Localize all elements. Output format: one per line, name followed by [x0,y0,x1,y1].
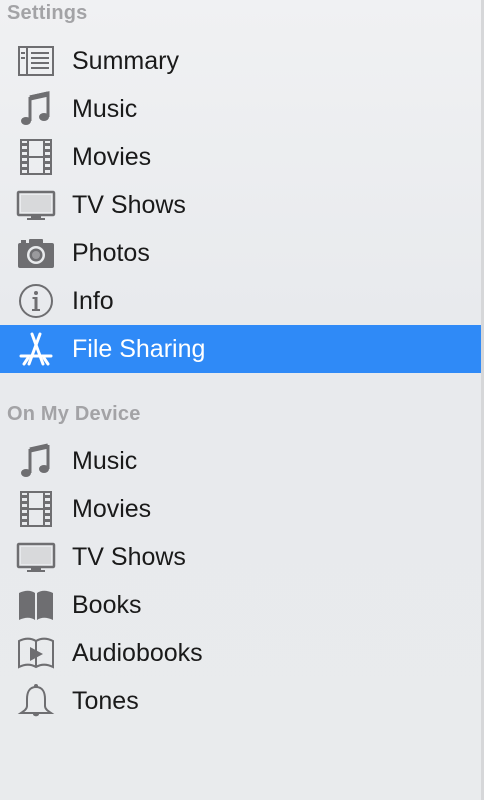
film-strip-icon [0,485,72,533]
sidebar-item-label: TV Shows [72,190,186,219]
sidebar-item-label: Music [72,94,138,123]
sidebar-item-label: Books [72,590,142,619]
sidebar-item-label: File Sharing [72,334,206,363]
sidebar-item-label: Movies [72,142,152,171]
sidebar-item-label: Audiobooks [72,638,203,667]
sidebar-item-tones[interactable]: Tones [0,677,481,725]
sidebar-item-tv-shows[interactable]: TV Shows [0,181,481,229]
sidebar-item-info[interactable]: Info [0,277,481,325]
sidebar-item-label: Tones [72,686,139,715]
sidebar-item-movies[interactable]: Movies [0,133,481,181]
tv-icon [0,533,72,581]
sidebar-item-photos[interactable]: Photos [0,229,481,277]
sidebar-item-books[interactable]: Books [0,581,481,629]
summary-icon [0,37,72,85]
info-icon [0,277,72,325]
audiobook-icon [0,629,72,677]
bell-icon [0,677,72,725]
sidebar-item-device-music[interactable]: Music [0,437,481,485]
music-note-icon [0,437,72,485]
app-store-icon [0,325,72,373]
sidebar-item-label: Info [72,286,114,315]
sidebar-item-device-movies[interactable]: Movies [0,485,481,533]
sidebar-item-summary[interactable]: Summary [0,37,481,85]
sidebar-item-label: TV Shows [72,542,186,571]
sidebar-item-label: Music [72,446,138,475]
sidebar-item-device-tv-shows[interactable]: TV Shows [0,533,481,581]
sidebar-item-music[interactable]: Music [0,85,481,133]
book-icon [0,581,72,629]
camera-icon [0,229,72,277]
film-strip-icon [0,133,72,181]
sidebar-item-file-sharing[interactable]: File Sharing [0,325,481,373]
music-note-icon [0,85,72,133]
tv-icon [0,181,72,229]
sidebar-item-label: Photos [72,238,150,267]
section-header-on-my-device: On My Device [7,403,141,425]
sidebar-item-audiobooks[interactable]: Audiobooks [0,629,481,677]
sidebar-item-label: Movies [72,494,152,523]
sidebar-item-label: Summary [72,46,179,75]
sidebar: Settings Summary Music Movies TV Shows P… [0,0,484,800]
section-header-settings: Settings [7,2,88,24]
